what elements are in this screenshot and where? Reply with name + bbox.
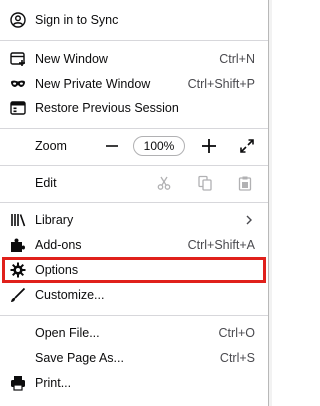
- paste-icon[interactable]: [237, 175, 253, 191]
- sign-in-label: Sign in to Sync: [35, 13, 119, 27]
- app-menu-panel: Sign in to Sync New Window Ctrl+N New Pr…: [0, 0, 268, 406]
- print-label: Print...: [35, 376, 72, 390]
- open-file-item[interactable]: Open File... Ctrl+O: [0, 321, 268, 345]
- separator: [0, 202, 268, 203]
- new-window-icon: [10, 51, 26, 67]
- zoom-in-button[interactable]: [194, 131, 224, 161]
- account-icon: [10, 12, 26, 28]
- fullscreen-icon: [240, 139, 254, 153]
- restore-session-label: Restore Previous Session: [35, 101, 179, 115]
- new-private-window-shortcut: Ctrl+Shift+P: [187, 77, 255, 91]
- new-private-window-item[interactable]: New Private Window Ctrl+Shift+P: [0, 72, 268, 96]
- minus-icon: [106, 145, 118, 147]
- fullscreen-button[interactable]: [232, 131, 262, 161]
- print-item[interactable]: Print...: [0, 371, 268, 395]
- customize-item[interactable]: Customize...: [0, 283, 268, 307]
- library-icon: [10, 212, 26, 228]
- panel-edge: [269, 0, 272, 406]
- chevron-right-icon: [244, 212, 254, 232]
- add-ons-label: Add-ons: [35, 238, 82, 252]
- new-window-label: New Window: [35, 52, 108, 66]
- save-page-label: Save Page As...: [35, 351, 124, 365]
- open-file-label: Open File...: [35, 326, 100, 340]
- library-label: Library: [35, 213, 74, 227]
- customize-label: Customize...: [35, 288, 105, 302]
- edit-label: Edit: [35, 176, 57, 190]
- printer-icon: [10, 375, 26, 391]
- save-page-shortcut: Ctrl+S: [219, 351, 255, 365]
- new-window-shortcut: Ctrl+N: [219, 52, 255, 66]
- plus-icon: [202, 139, 216, 153]
- restore-session-icon: [10, 100, 26, 116]
- restore-previous-session-item[interactable]: Restore Previous Session: [0, 96, 268, 120]
- zoom-reset-button[interactable]: 100%: [133, 136, 185, 156]
- options-highlight-box: [2, 257, 266, 283]
- new-private-window-label: New Private Window: [35, 77, 151, 91]
- add-ons-shortcut: Ctrl+Shift+A: [187, 238, 255, 252]
- add-ons-item[interactable]: Add-ons Ctrl+Shift+A: [0, 233, 268, 257]
- sign-in-to-sync-item[interactable]: Sign in to Sync: [0, 8, 268, 32]
- cut-icon[interactable]: [156, 175, 172, 191]
- separator: [0, 315, 268, 316]
- save-page-as-item[interactable]: Save Page As... Ctrl+S: [0, 346, 268, 370]
- edit-row: Edit: [0, 171, 268, 195]
- separator: [0, 128, 268, 129]
- paintbrush-icon: [10, 287, 26, 303]
- separator: [0, 40, 268, 41]
- zoom-label: Zoom: [35, 139, 67, 153]
- private-mask-icon: [10, 76, 26, 92]
- new-window-item[interactable]: New Window Ctrl+N: [0, 47, 268, 71]
- separator: [0, 165, 268, 166]
- zoom-out-button[interactable]: [97, 131, 127, 161]
- puzzle-icon: [10, 237, 26, 253]
- open-file-shortcut: Ctrl+O: [218, 326, 255, 340]
- library-item[interactable]: Library: [0, 208, 268, 232]
- copy-icon[interactable]: [197, 175, 213, 191]
